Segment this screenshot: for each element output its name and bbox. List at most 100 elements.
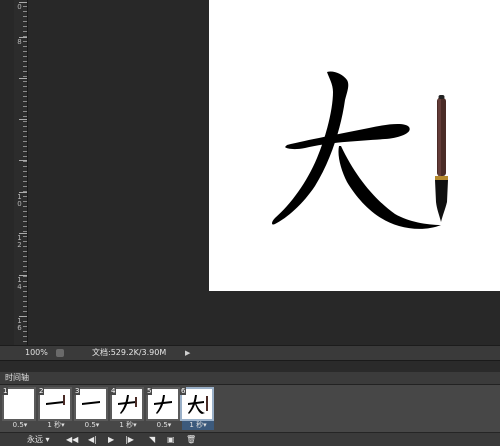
ruler-tick bbox=[23, 336, 27, 337]
first-frame-button[interactable]: ◀◀ bbox=[66, 433, 78, 446]
frame-delay[interactable]: 0.5▾ bbox=[148, 421, 180, 430]
ruler-tick bbox=[23, 116, 27, 117]
frame-thumbnail-art bbox=[118, 395, 137, 414]
frame-1[interactable]: 1 0.5▾ bbox=[2, 387, 36, 430]
ruler-tick bbox=[23, 131, 27, 132]
timeline-panel-title: 时间轴 bbox=[5, 373, 29, 382]
frame-4[interactable]: 4 1 秒▾ bbox=[110, 387, 144, 430]
ruler-tick bbox=[23, 161, 27, 162]
ruler-tick bbox=[23, 181, 27, 182]
ruler-tick bbox=[23, 136, 27, 137]
loop-options-dropdown[interactable]: 永远 ▾ bbox=[27, 433, 50, 446]
ruler-tick bbox=[23, 256, 27, 257]
ruler-tick bbox=[23, 221, 27, 222]
navigator-icon[interactable] bbox=[56, 349, 64, 357]
ruler-tick bbox=[23, 211, 27, 212]
zoom-level[interactable]: 100% bbox=[25, 346, 48, 360]
ruler-tick bbox=[23, 146, 27, 147]
timeline-controls: 永远 ▾ ◀◀ ◀| ▶ |▶ ◥ ▣ 🗑 bbox=[0, 432, 500, 446]
ruler-tick bbox=[23, 296, 27, 297]
ruler-tick bbox=[23, 216, 27, 217]
ruler-tick bbox=[23, 141, 27, 142]
play-button[interactable]: ▶ bbox=[108, 433, 114, 446]
frame-5[interactable]: 5 0.5▾ bbox=[146, 387, 180, 430]
ruler-tick-major bbox=[19, 119, 27, 120]
ruler-tick bbox=[23, 306, 27, 307]
ruler-tick bbox=[23, 176, 27, 177]
frame-thumbnail-art bbox=[82, 401, 100, 405]
frame-delay[interactable]: 1 秒▾ bbox=[182, 421, 214, 430]
status-bar: 100% 文档:529.2K/3.90M ▶ bbox=[0, 345, 500, 360]
ruler-tick bbox=[23, 231, 27, 232]
ruler-label: 16 bbox=[17, 317, 22, 332]
ruler-tick bbox=[23, 106, 27, 107]
ruler-tick bbox=[23, 51, 27, 52]
frame-number: 2 bbox=[38, 387, 45, 395]
stroke-horizontal bbox=[285, 124, 410, 150]
new-frame-button[interactable]: ▣ bbox=[167, 433, 175, 446]
document-canvas[interactable] bbox=[209, 0, 500, 291]
frame-thumbnail-art bbox=[46, 395, 65, 405]
ruler-tick bbox=[23, 46, 27, 47]
ruler-tick bbox=[23, 86, 27, 87]
ruler-tick bbox=[23, 16, 27, 17]
ruler-tick bbox=[23, 341, 27, 342]
frame-number: 1 bbox=[2, 387, 9, 395]
frame-number: 4 bbox=[110, 387, 117, 395]
ruler-tick bbox=[23, 71, 27, 72]
calligraphy-artwork bbox=[272, 71, 448, 229]
ruler-tick bbox=[23, 26, 27, 27]
frame-delay[interactable]: 0.5▾ bbox=[76, 421, 108, 430]
ruler-tick bbox=[23, 111, 27, 112]
ruler-tick bbox=[23, 66, 27, 67]
ruler-tick bbox=[23, 126, 27, 127]
ruler-label: 12 bbox=[17, 234, 22, 249]
brush-icon bbox=[435, 95, 448, 222]
ruler-tick bbox=[23, 21, 27, 22]
ruler-tick bbox=[23, 271, 27, 272]
ruler-label: 10 bbox=[17, 193, 22, 208]
status-menu-arrow-icon[interactable]: ▶ bbox=[185, 346, 190, 360]
ruler-tick bbox=[23, 166, 27, 167]
frame-2[interactable]: 2 1 秒▾ bbox=[38, 387, 72, 430]
ruler-label: 14 bbox=[17, 276, 22, 291]
previous-frame-button[interactable]: ◀| bbox=[88, 433, 97, 446]
frame-delay[interactable]: 1 秒▾ bbox=[40, 421, 72, 430]
ruler-tick bbox=[23, 226, 27, 227]
frame-3[interactable]: 3 0.5▾ bbox=[74, 387, 108, 430]
ruler-tick bbox=[23, 251, 27, 252]
vertical-ruler: 0 8 10 12 14 16 bbox=[14, 0, 28, 345]
timeline-panel-tab[interactable]: 时间轴 bbox=[0, 372, 500, 385]
stroke-na bbox=[338, 146, 441, 229]
frame-delay[interactable]: 1 秒▾ bbox=[112, 421, 144, 430]
ruler-tick bbox=[23, 151, 27, 152]
stroke-vertical-pie bbox=[272, 71, 349, 225]
frame-delay[interactable]: 0.5▾ bbox=[4, 421, 36, 430]
ruler-tick bbox=[23, 261, 27, 262]
ruler-tick bbox=[23, 76, 27, 77]
ruler-tick bbox=[23, 81, 27, 82]
ruler-tick bbox=[23, 311, 27, 312]
panel-divider bbox=[0, 360, 500, 372]
frame-6[interactable]: 6 1 秒▾ bbox=[180, 387, 214, 430]
ruler-tick bbox=[23, 96, 27, 97]
ruler-tick bbox=[23, 186, 27, 187]
frame-thumbnail-art bbox=[154, 395, 172, 414]
ruler-tick bbox=[23, 121, 27, 122]
ruler-tick bbox=[23, 61, 27, 62]
tween-button[interactable]: ◥ bbox=[149, 433, 155, 446]
document-info: 文档:529.2K/3.90M bbox=[92, 348, 167, 357]
delete-frame-button[interactable]: 🗑 bbox=[186, 433, 196, 446]
ruler-tick bbox=[23, 91, 27, 92]
ruler-tick-major bbox=[19, 78, 27, 79]
ruler-tick bbox=[23, 101, 27, 102]
ruler-label: 0 bbox=[17, 3, 22, 11]
ruler-tick bbox=[23, 291, 27, 292]
ruler-tick bbox=[23, 266, 27, 267]
frame-number: 6 bbox=[180, 387, 187, 395]
frame-number: 3 bbox=[74, 387, 81, 395]
next-frame-button[interactable]: |▶ bbox=[125, 433, 134, 446]
ruler-tick bbox=[23, 171, 27, 172]
ruler-label: 8 bbox=[17, 38, 22, 46]
frame-number: 5 bbox=[146, 387, 153, 395]
